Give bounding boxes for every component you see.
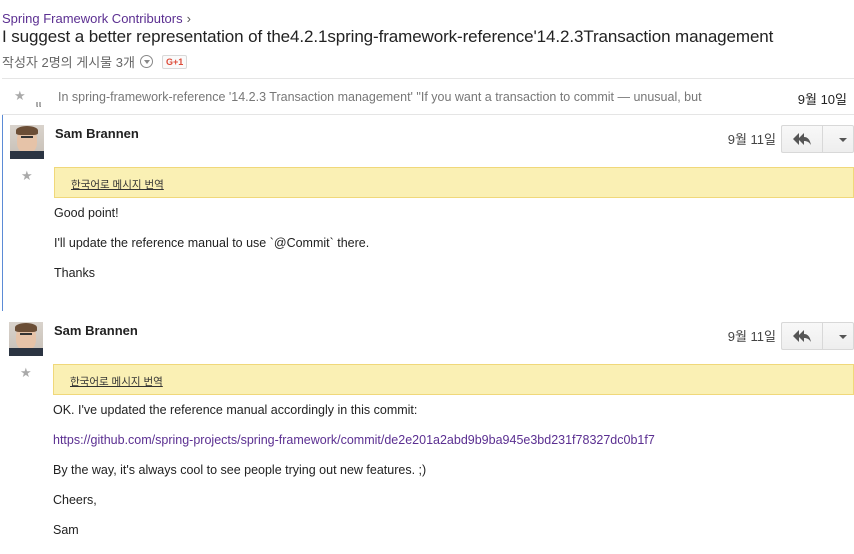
message-body: OK. I've updated the reference manual ac…	[53, 404, 844, 554]
message-line: OK. I've updated the reference manual ac…	[53, 403, 418, 417]
reply-all-icon	[793, 330, 811, 342]
message-line: Cheers,	[53, 493, 97, 507]
message-card: ★ Sam Brannen 9월 11일 한국어로 메시지 번역 OK. I'v…	[2, 312, 854, 549]
translate-link[interactable]: 한국어로 메시지 번역	[71, 177, 164, 192]
message-date: 9월 11일	[727, 329, 776, 344]
message-date: 9월 10일	[797, 92, 847, 107]
avatar-stub: ιι	[36, 99, 42, 109]
star-icon[interactable]: ★	[21, 168, 33, 184]
reply-button[interactable]	[781, 125, 822, 153]
reply-all-icon	[793, 133, 811, 145]
sender-name[interactable]: Sam Brannen	[54, 323, 138, 338]
star-icon[interactable]: ★	[20, 365, 32, 381]
thread-header: Spring Framework Contributors › I suggest…	[0, 0, 854, 78]
google-plus-one-button[interactable]: G+1	[161, 54, 188, 69]
collapsed-message-row[interactable]: ★ ιι In spring-framework-reference '14.2…	[2, 78, 854, 115]
reply-button[interactable]	[781, 322, 822, 350]
translate-bar: 한국어로 메시지 번역	[54, 167, 854, 198]
more-options-button[interactable]	[822, 125, 854, 153]
star-icon[interactable]: ★	[14, 88, 26, 104]
thread-title: I suggest a better representation of the…	[2, 27, 774, 46]
message-line: By the way, it's always cool to see peop…	[53, 463, 427, 477]
translate-link[interactable]: 한국어로 메시지 번역	[70, 374, 163, 389]
message-line: Good point!	[54, 206, 119, 220]
message-line: https://github.com/spring-projects/sprin…	[53, 434, 844, 447]
message-date: 9월 11일	[727, 132, 776, 147]
message-line: I'll update the reference manual to use …	[54, 236, 370, 250]
message-snippet: In spring-framework-reference '14.2.3 Tr…	[58, 90, 702, 104]
avatar[interactable]	[10, 125, 44, 159]
commit-link[interactable]: https://github.com/spring-projects/sprin…	[53, 433, 655, 447]
message-line: Sam	[53, 523, 79, 537]
more-options-button[interactable]	[822, 322, 854, 350]
translate-bar: 한국어로 메시지 번역	[53, 364, 854, 395]
breadcrumb-separator: ›	[186, 11, 191, 26]
avatar[interactable]	[9, 322, 43, 356]
chevron-down-circle-icon[interactable]	[139, 55, 153, 68]
breadcrumb[interactable]: Spring Framework Contributors ›	[2, 11, 191, 26]
caret-down-icon	[839, 335, 847, 339]
message-card: ★ Sam Brannen 9월 11일 한국어로 메시지 번역 Good po…	[2, 115, 854, 311]
sender-name[interactable]: Sam Brannen	[55, 126, 139, 141]
message-body: Good point! I'll update the reference ma…	[54, 207, 844, 297]
thread-meta-text: 작성자 2명의 게시물 3개	[2, 55, 135, 70]
breadcrumb-group-link[interactable]: Spring Framework Contributors	[2, 11, 183, 26]
message-line: Thanks	[54, 266, 95, 280]
thread-meta: 작성자 2명의 게시물 3개 G+1	[2, 52, 188, 71]
caret-down-icon	[839, 138, 847, 142]
